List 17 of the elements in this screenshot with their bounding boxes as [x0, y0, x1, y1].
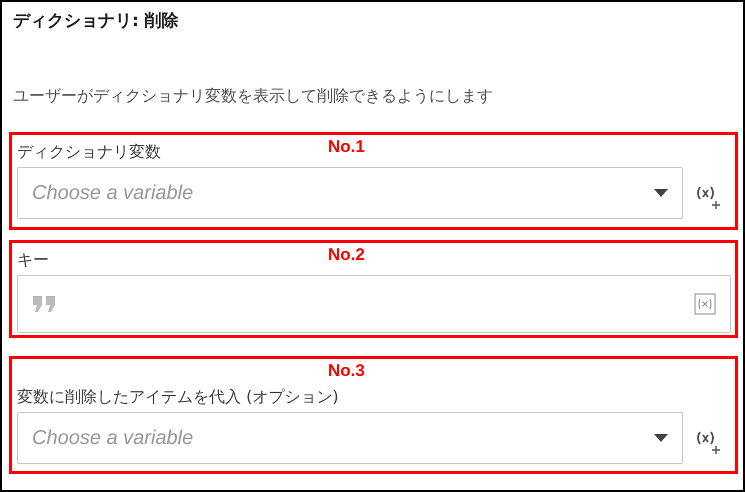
caret-icon [654, 189, 668, 197]
annotation-label: No.2 [328, 245, 365, 265]
description: ユーザーがディクショナリ変数を表示して削除できるようにします [13, 85, 494, 107]
annotation-label: No.3 [328, 361, 365, 381]
field-label: 変数に削除したアイテムを代入 (オプション) [17, 386, 339, 408]
variable-insert-icon[interactable] [695, 429, 721, 455]
annotation-label: No.1 [328, 137, 365, 157]
quote-icon [32, 295, 58, 313]
variable-insert-icon[interactable] [694, 293, 716, 315]
variable-insert-icon[interactable] [695, 184, 721, 210]
field-label: キー [17, 249, 49, 271]
caret-icon [654, 434, 668, 442]
variable-dropdown[interactable]: Choose a variable [17, 412, 683, 464]
field-label: ディクショナリ変数 [17, 141, 161, 163]
key-input-field[interactable] [17, 275, 731, 333]
variable-dropdown[interactable]: Choose a variable [17, 167, 683, 219]
panel-title: ディクショナリ: 削除 [13, 10, 180, 33]
